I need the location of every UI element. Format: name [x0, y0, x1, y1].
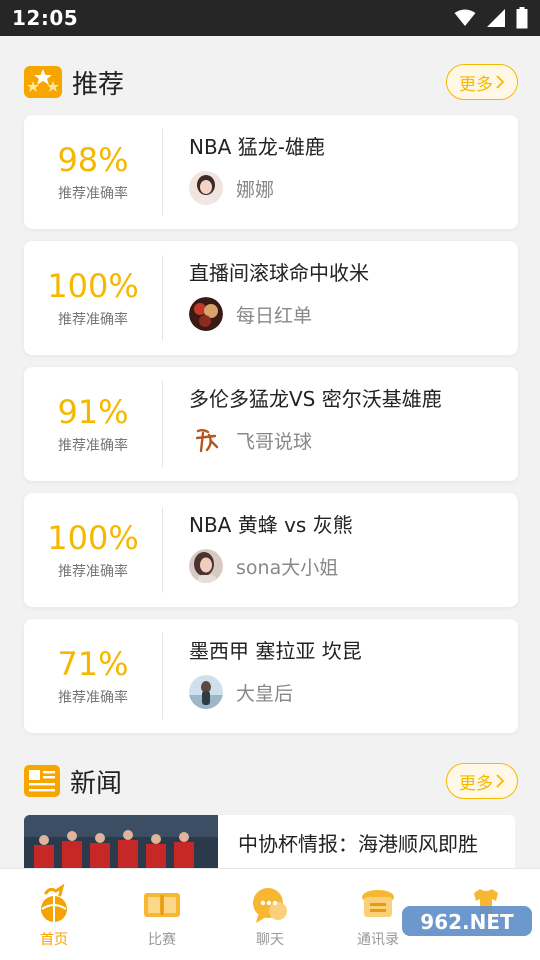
recommend-title-text: 直播间滚球命中收米: [189, 261, 369, 285]
news-header: 新闻 更多: [24, 761, 518, 801]
nav-chat-label: 聊天: [256, 932, 284, 948]
nav-home[interactable]: 首页: [0, 869, 108, 960]
home-icon: [41, 883, 67, 922]
accuracy-label: 推荐准确率: [58, 438, 128, 454]
recommend-title-text: NBA 黄蜂 vs 灰熊: [189, 513, 353, 537]
nav-match[interactable]: 比赛: [108, 869, 216, 960]
avatar: [189, 549, 223, 583]
accuracy-label: 推荐准确率: [58, 186, 128, 202]
stars-icon: [24, 66, 62, 98]
accuracy-percent: 100%: [47, 519, 139, 557]
accuracy-percent: 71%: [57, 645, 129, 683]
recommend-title-text: NBA 猛龙-雄鹿: [189, 135, 325, 159]
chevron-right-icon: [496, 774, 505, 788]
accuracy-label: 推荐准确率: [58, 564, 128, 580]
avatar: [189, 297, 223, 331]
wifi-icon: [454, 9, 476, 26]
accuracy-label: 推荐准确率: [58, 690, 128, 706]
accuracy-percent: 91%: [57, 393, 129, 431]
recommend-card[interactable]: 71% 推荐准确率 墨西甲 塞拉亚 坎昆 大皇后: [24, 619, 518, 733]
recommend-card[interactable]: 100% 推荐准确率 NBA 黄蜂 vs 灰熊 sona大小姐: [24, 493, 518, 607]
news-thumbnail: [24, 815, 218, 875]
news-item-title: 中协杯情报：海港顺风即胜: [238, 832, 478, 856]
author-name: 娜娜: [236, 178, 275, 201]
battery-icon: [516, 7, 528, 29]
chevron-right-icon: [496, 75, 505, 89]
recommend-author: sona大小姐: [189, 549, 338, 583]
author-name: 每日红单: [236, 304, 313, 327]
signal-icon: [487, 9, 505, 27]
nav-home-label: 首页: [40, 932, 68, 948]
nav-match-label: 比赛: [148, 932, 176, 948]
contacts-icon: [362, 890, 394, 917]
more-label: 更多: [459, 773, 493, 794]
divider: [162, 381, 163, 467]
accuracy-label: 推荐准确率: [58, 312, 128, 328]
divider: [162, 507, 163, 593]
author-name: 大皇后: [236, 682, 294, 705]
divider: [162, 129, 163, 215]
recommend-title-text: 多伦多猛龙VS 密尔沃基雄鹿: [189, 387, 442, 411]
nav-contacts-label: 通讯录: [357, 932, 399, 948]
recommend-title: 推荐: [72, 69, 125, 100]
recommend-card[interactable]: 100% 推荐准确率 直播间滚球命中收米 每日红单: [24, 241, 518, 355]
watermark-subtext: 乐游网: [490, 941, 529, 956]
news-more-button[interactable]: 更多: [446, 763, 518, 799]
status-bar: 12:05: [0, 0, 540, 36]
status-icons: [454, 7, 528, 29]
recommend-title-text: 墨西甲 塞拉亚 坎昆: [189, 639, 362, 663]
recommend-header: 推荐 更多: [24, 62, 518, 102]
author-name: sona大小姐: [236, 556, 339, 579]
avatar: [189, 171, 223, 205]
chat-icon: [253, 888, 287, 923]
recommend-author: 每日红单: [189, 297, 312, 331]
watermark-logo: 962.NET 乐游网: [402, 906, 532, 956]
news-card[interactable]: 中协杯情报：海港顺风即胜: [24, 815, 515, 875]
author-name: 飞哥说球: [236, 430, 313, 453]
news-title: 新闻: [70, 768, 123, 799]
recommend-more-button[interactable]: 更多: [446, 64, 518, 100]
status-time: 12:05: [12, 6, 79, 30]
watermark-text: 962.NET: [420, 910, 514, 934]
recommend-card[interactable]: 91% 推荐准确率 多伦多猛龙VS 密尔沃基雄鹿 飞哥说球: [24, 367, 518, 481]
recommend-author: 娜娜: [189, 171, 274, 205]
avatar: [189, 675, 223, 709]
newspaper-icon: [24, 765, 60, 797]
nav-chat[interactable]: 聊天: [216, 869, 324, 960]
accuracy-percent: 100%: [47, 267, 139, 305]
accuracy-percent: 98%: [57, 141, 129, 179]
recommend-card[interactable]: 98% 推荐准确率 NBA 猛龙-雄鹿 娜娜: [24, 115, 518, 229]
more-label: 更多: [459, 74, 493, 95]
divider: [162, 633, 163, 719]
match-icon: [144, 893, 180, 917]
recommend-author: 飞哥说球: [189, 423, 312, 457]
divider: [162, 255, 163, 341]
recommend-author: 大皇后: [189, 675, 293, 709]
avatar: [189, 423, 223, 457]
